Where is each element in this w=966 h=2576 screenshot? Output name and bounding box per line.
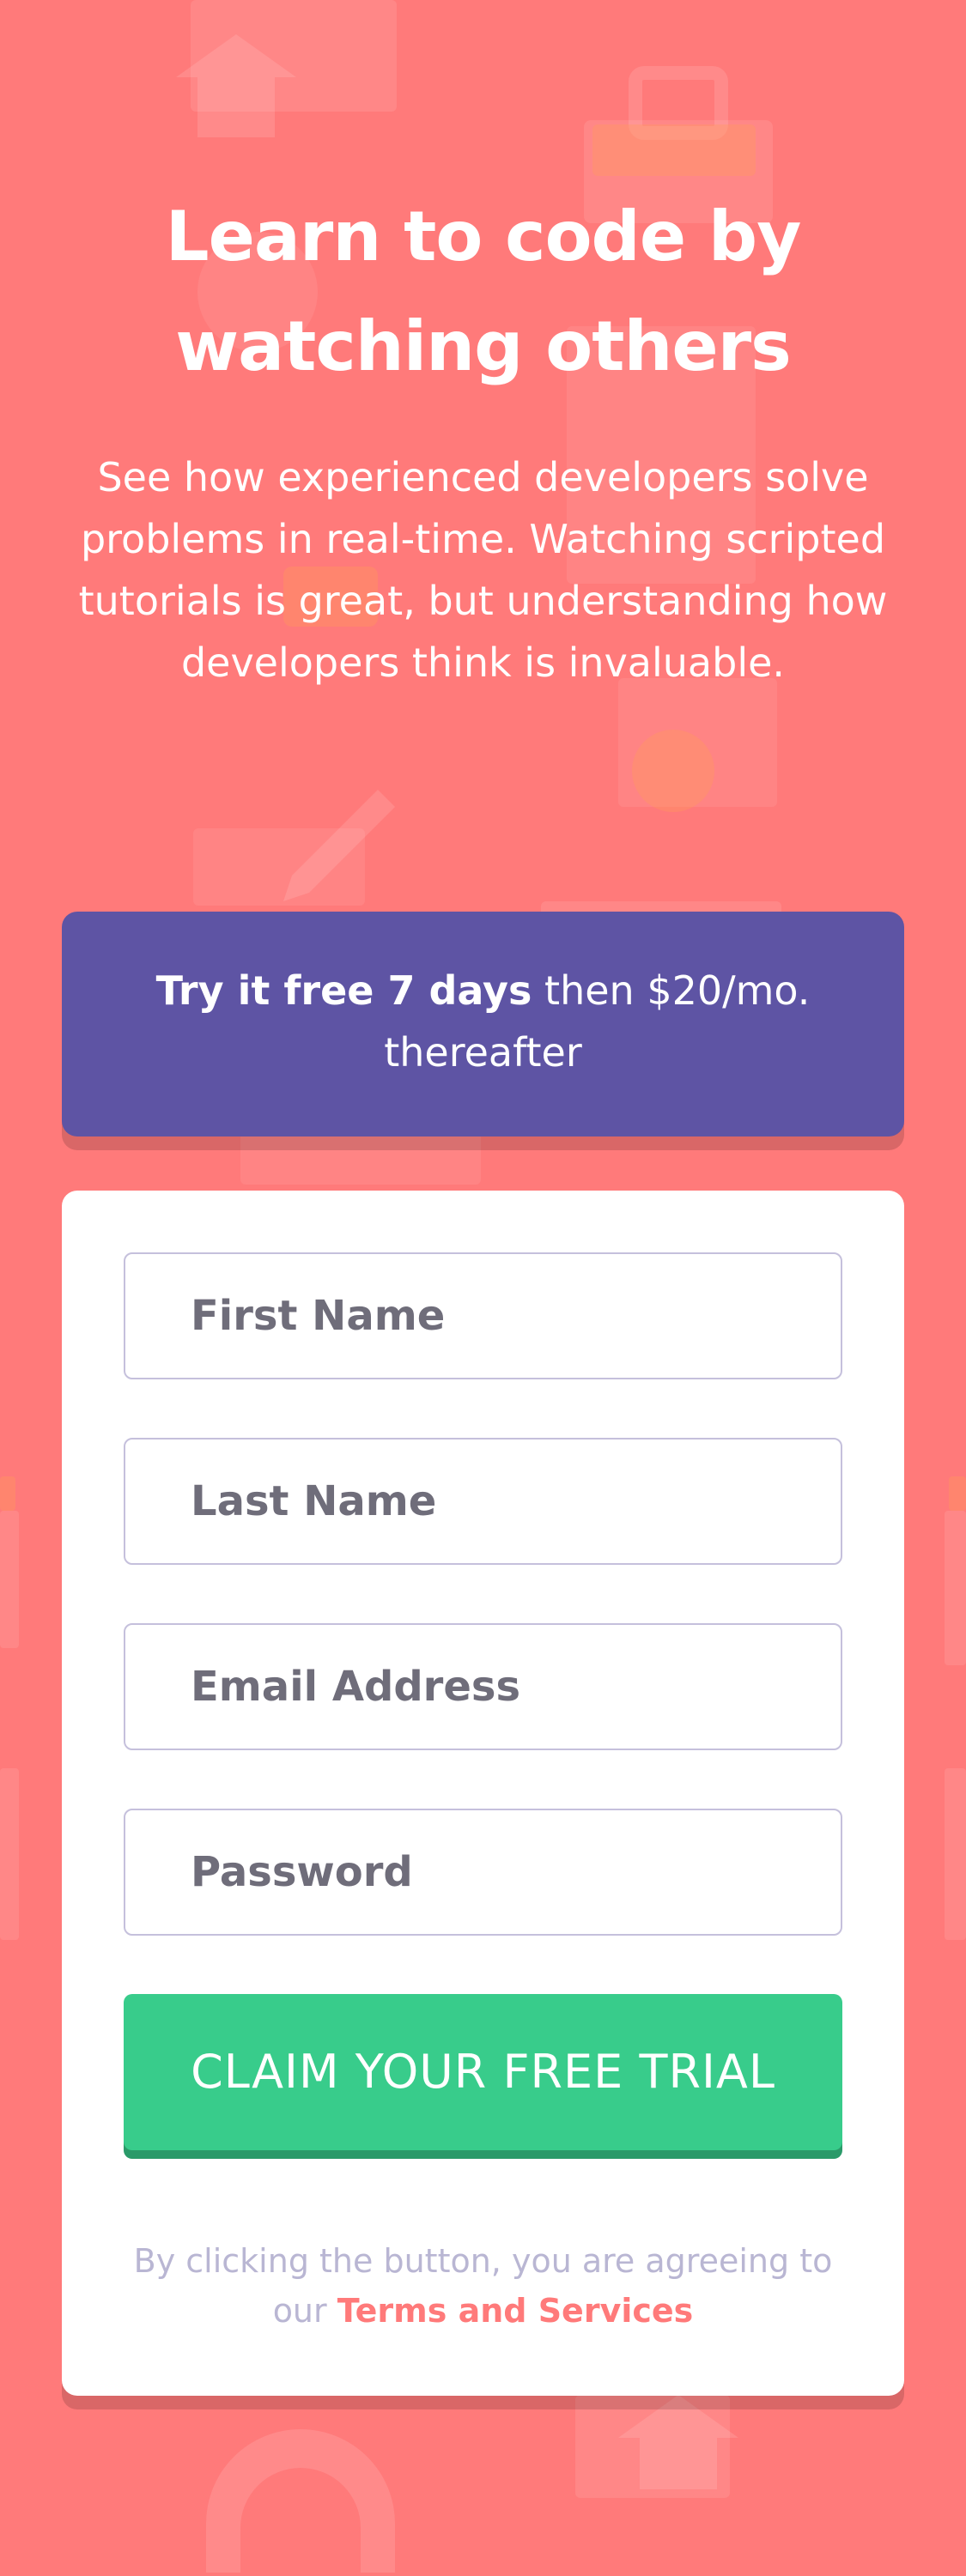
- email-field[interactable]: [124, 1623, 842, 1750]
- headphones-icon: [206, 2429, 395, 2573]
- terms-link[interactable]: Terms and Services: [337, 2292, 694, 2330]
- pencil-icon: [283, 790, 395, 901]
- home-icon: [176, 34, 296, 137]
- password-field[interactable]: [124, 1809, 842, 1936]
- promo-highlight: Try it free 7 days: [155, 967, 532, 1014]
- hero: Learn to code by watching others See how…: [0, 182, 966, 694]
- document-icon: [193, 828, 365, 906]
- last-name-field[interactable]: [124, 1438, 842, 1565]
- claim-free-trial-button[interactable]: CLAIM YOUR FREE TRIAL: [124, 1994, 842, 2150]
- first-name-field[interactable]: [124, 1252, 842, 1379]
- page-title: Learn to code by watching others: [165, 197, 802, 386]
- email-input[interactable]: [189, 1662, 841, 1712]
- first-name-input[interactable]: [189, 1291, 841, 1341]
- home-icon: [618, 2395, 738, 2489]
- last-name-input[interactable]: [189, 1476, 841, 1526]
- signup-form: CLAIM YOUR FREE TRIAL By clicking the bu…: [62, 1191, 904, 2396]
- gear-icon: [632, 730, 714, 812]
- pricing-banner: Try it free 7 days then $20/mo. thereaft…: [62, 912, 904, 1136]
- page-description: See how experienced developers solve pro…: [78, 454, 888, 686]
- terms-notice: By clicking the button, you are agreeing…: [113, 2236, 853, 2336]
- home-icon: [191, 0, 397, 112]
- password-input[interactable]: [189, 1847, 841, 1897]
